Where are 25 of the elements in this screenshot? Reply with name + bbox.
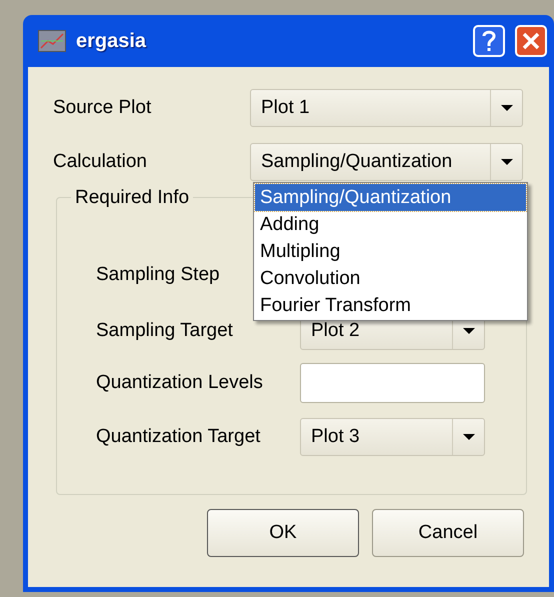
close-icon [522, 32, 540, 50]
dropdown-field[interactable]: Plot 1 [250, 89, 523, 127]
caret-icon [500, 158, 514, 166]
field-label: Source Plot [53, 96, 152, 120]
ok-button[interactable]: OK [207, 509, 359, 557]
cancel-button[interactable]: Cancel [372, 509, 524, 557]
field-label: Quantization Target [96, 424, 262, 449]
dropdown-option[interactable]: Convolution [255, 265, 526, 292]
dropdown-option[interactable]: Adding [255, 211, 526, 238]
field-label: Calculation [53, 150, 148, 174]
field-label: Quantization Levels [96, 370, 264, 395]
caret-icon [462, 327, 476, 335]
dropdown-option[interactable]: Multipling [255, 238, 526, 265]
chart-icon [38, 30, 66, 52]
caret-icon [500, 104, 514, 112]
question-mark-icon [481, 29, 497, 53]
window-title: ergasia [76, 29, 146, 54]
text-field[interactable] [300, 363, 485, 403]
close-button[interactable] [515, 25, 547, 57]
dropdown-field[interactable]: Plot 3 [300, 418, 485, 456]
dropdown-option[interactable]: Sampling/Quantization [255, 184, 526, 211]
dropdown-field[interactable]: Sampling/Quantization [250, 143, 523, 181]
help-button[interactable] [473, 25, 505, 57]
caret-icon [462, 433, 476, 441]
field-label: Sampling Target [96, 318, 234, 343]
